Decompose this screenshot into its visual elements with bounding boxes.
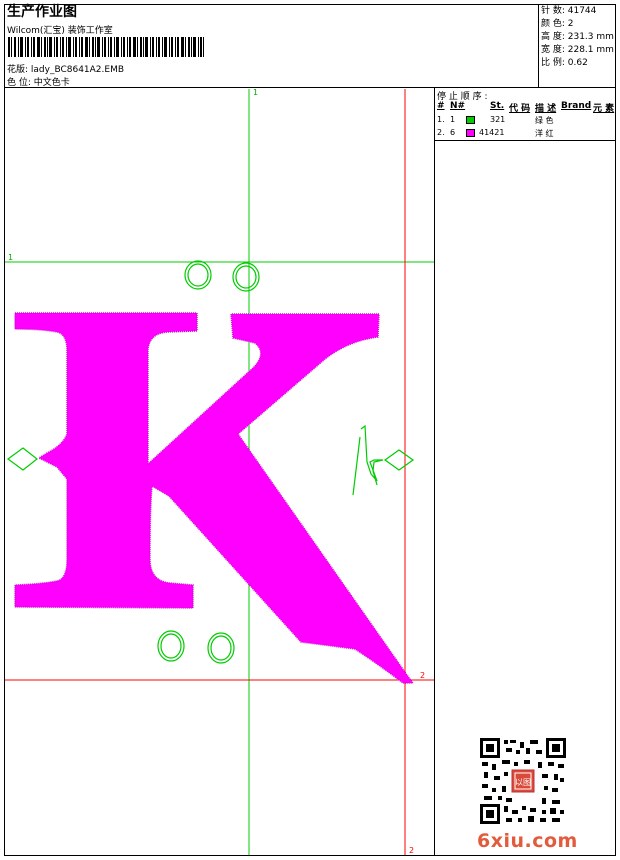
stop-sequence-divider (435, 140, 616, 141)
color-swatch (466, 129, 475, 137)
row-needle: 1 (450, 115, 456, 124)
stop-row: 1. 1 321 绿 色 (436, 115, 616, 127)
design-filename: 花版: lady_BC8641A2.EMB (7, 65, 125, 75)
color-count: 颜 色: 2 (541, 19, 574, 29)
qr-code-icon: 以图 (480, 738, 566, 824)
col-brand: Brand (561, 101, 592, 111)
red-v-guide-label: 2 (409, 846, 414, 855)
row-number: 1. (437, 115, 445, 124)
row-description: 洋 红 (535, 129, 554, 138)
row-stitches: 41421 (479, 128, 505, 137)
barcode-icon (8, 37, 204, 57)
col-description: 描 述 (535, 104, 557, 114)
page-title: 生产作业图 (7, 4, 77, 20)
stats-panel: 针 数: 41744 颜 色: 2 高 度: 231.3 mm 宽 度: 228… (538, 4, 616, 88)
color-swatch (466, 116, 475, 124)
design-canvas: 1 1 2 2 (5, 89, 434, 855)
design-scale: 比 例: 0.62 (541, 58, 588, 68)
letter-k-embroidery (14, 312, 415, 684)
stop-row: 2. 6 41421 洋 红 (436, 128, 616, 140)
col-needle: N# (450, 101, 466, 111)
green-v-guide-label: 1 (253, 89, 258, 97)
row-stitches: 321 (490, 115, 506, 124)
watermark: 6xiu.com (477, 830, 578, 852)
red-h-guide-label: 2 (420, 671, 425, 680)
row-description: 绿 色 (535, 116, 554, 125)
col-stitches: St. (490, 101, 505, 111)
col-hash: # (437, 101, 445, 111)
design-height: 高 度: 231.3 mm (541, 32, 614, 42)
qr-seal-text: 以图 (515, 778, 531, 787)
col-element: 元 素 (593, 104, 615, 114)
row-number: 2. (437, 128, 445, 137)
col-code: 代 码 (509, 104, 531, 114)
company-name: Wilcom(汇宝) 装饰工作室 (7, 26, 113, 36)
row-needle: 6 (450, 128, 456, 137)
stitch-count: 针 数: 41744 (541, 6, 597, 16)
green-h-guide-label: 1 (8, 253, 13, 262)
color-chart: 色 位: 中文色卡 (7, 78, 70, 88)
stop-sequence-header: # N# St. 代 码 描 述 Brand 元 素 (436, 101, 616, 114)
design-width: 宽 度: 228.1 mm (541, 45, 614, 55)
